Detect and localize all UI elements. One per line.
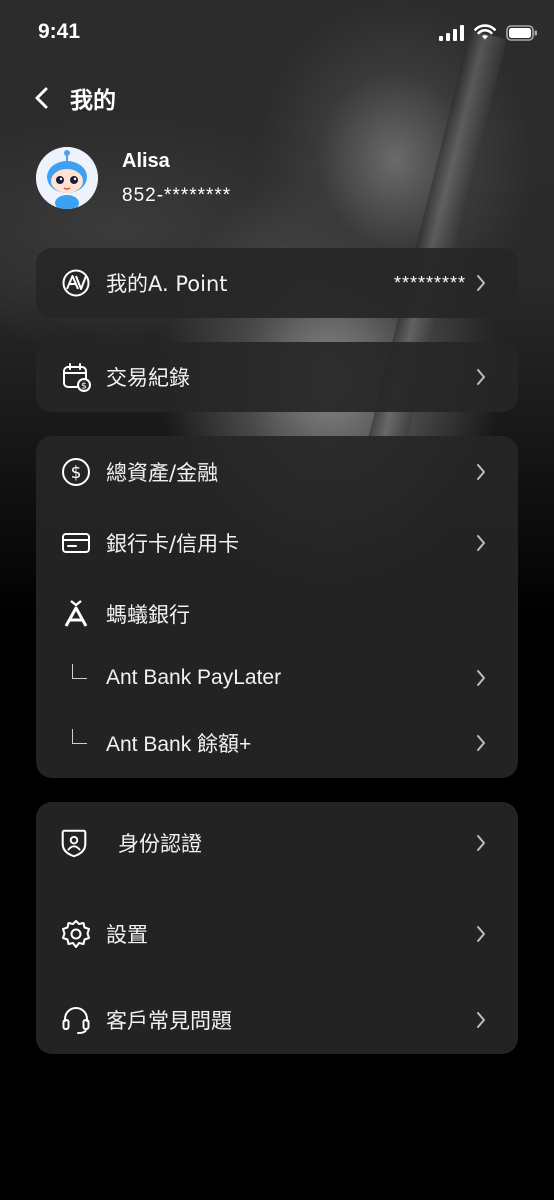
- cards-row[interactable]: 銀行卡/信用卡: [36, 515, 518, 571]
- transactions-card: $ 交易紀錄: [36, 342, 518, 412]
- cellular-signal-icon: [439, 25, 464, 41]
- page-title: 我的: [70, 88, 116, 114]
- chevron-right-icon: [476, 733, 490, 753]
- chevron-right-icon: [476, 924, 490, 944]
- faq-label: 客戶常見問題: [106, 1009, 232, 1033]
- apoint-card: 我的A. Point *********: [36, 248, 518, 318]
- credit-card-icon: [60, 527, 92, 559]
- chevron-right-icon: [476, 1010, 490, 1030]
- user-name: Alisa: [122, 149, 170, 172]
- status-bar: 9:41: [0, 0, 554, 66]
- chevron-right-icon: [476, 833, 490, 853]
- calendar-dollar-icon: $: [60, 361, 92, 393]
- battery-icon: [506, 25, 537, 41]
- status-icons: [439, 24, 538, 41]
- cards-label: 銀行卡/信用卡: [106, 532, 240, 556]
- tree-branch-icon: [72, 729, 87, 744]
- chevron-right-icon: [476, 273, 490, 293]
- ant-bank-logo-icon: [60, 598, 92, 630]
- balance-plus-label: Ant Bank 餘額+: [106, 733, 252, 756]
- navigation-bar: 我的: [28, 78, 116, 118]
- avatar[interactable]: [36, 147, 98, 209]
- transactions-row[interactable]: $ 交易紀錄: [36, 349, 518, 405]
- mascot-avatar-icon: [36, 147, 98, 209]
- chevron-right-icon: [476, 533, 490, 553]
- ant-bank-label: 螞蟻銀行: [106, 603, 190, 627]
- identity-row[interactable]: 身份認證: [36, 815, 518, 871]
- settings-row[interactable]: 設置: [36, 906, 518, 962]
- dollar-circle-icon: $: [60, 456, 92, 488]
- chevron-right-icon: [476, 367, 490, 387]
- chevron-right-icon: [476, 668, 490, 688]
- assets-row[interactable]: $ 總資產/金融: [36, 444, 518, 500]
- status-time: 9:41: [38, 20, 81, 43]
- back-button[interactable]: [28, 84, 56, 112]
- svg-text:$: $: [81, 382, 87, 392]
- shield-user-icon: [58, 827, 90, 859]
- chevron-left-icon: [35, 87, 48, 109]
- apoint-row[interactable]: 我的A. Point *********: [36, 255, 518, 311]
- faq-row[interactable]: 客戶常見問題: [36, 992, 518, 1048]
- chevron-right-icon: [476, 462, 490, 482]
- settings-card: 身份認證 設置 客戶常見問題: [36, 802, 518, 1054]
- profile-header[interactable]: Alisa 852-********: [36, 146, 231, 210]
- svg-text:$: $: [71, 463, 82, 483]
- finance-card: $ 總資產/金融 銀行卡/信用卡 螞蟻銀行 Ant Bank PayLater …: [36, 436, 518, 778]
- wifi-icon: [474, 24, 496, 40]
- tree-branch-icon: [72, 664, 87, 679]
- gear-icon: [60, 918, 92, 950]
- apoint-label: 我的A. Point: [106, 272, 228, 296]
- user-phone: 852-********: [122, 184, 232, 206]
- apoint-value: *********: [393, 272, 466, 293]
- apoint-icon: [60, 267, 92, 299]
- settings-label: 設置: [106, 923, 148, 947]
- paylater-label: Ant Bank PayLater: [106, 666, 282, 689]
- assets-label: 總資產/金融: [106, 461, 219, 485]
- ant-bank-row: 螞蟻銀行: [36, 586, 518, 642]
- headset-icon: [60, 1004, 92, 1036]
- balance-plus-row[interactable]: Ant Bank 餘額+: [36, 715, 518, 771]
- paylater-row[interactable]: Ant Bank PayLater: [36, 650, 518, 706]
- identity-label: 身份認證: [118, 832, 202, 856]
- transactions-label: 交易紀錄: [106, 366, 190, 390]
